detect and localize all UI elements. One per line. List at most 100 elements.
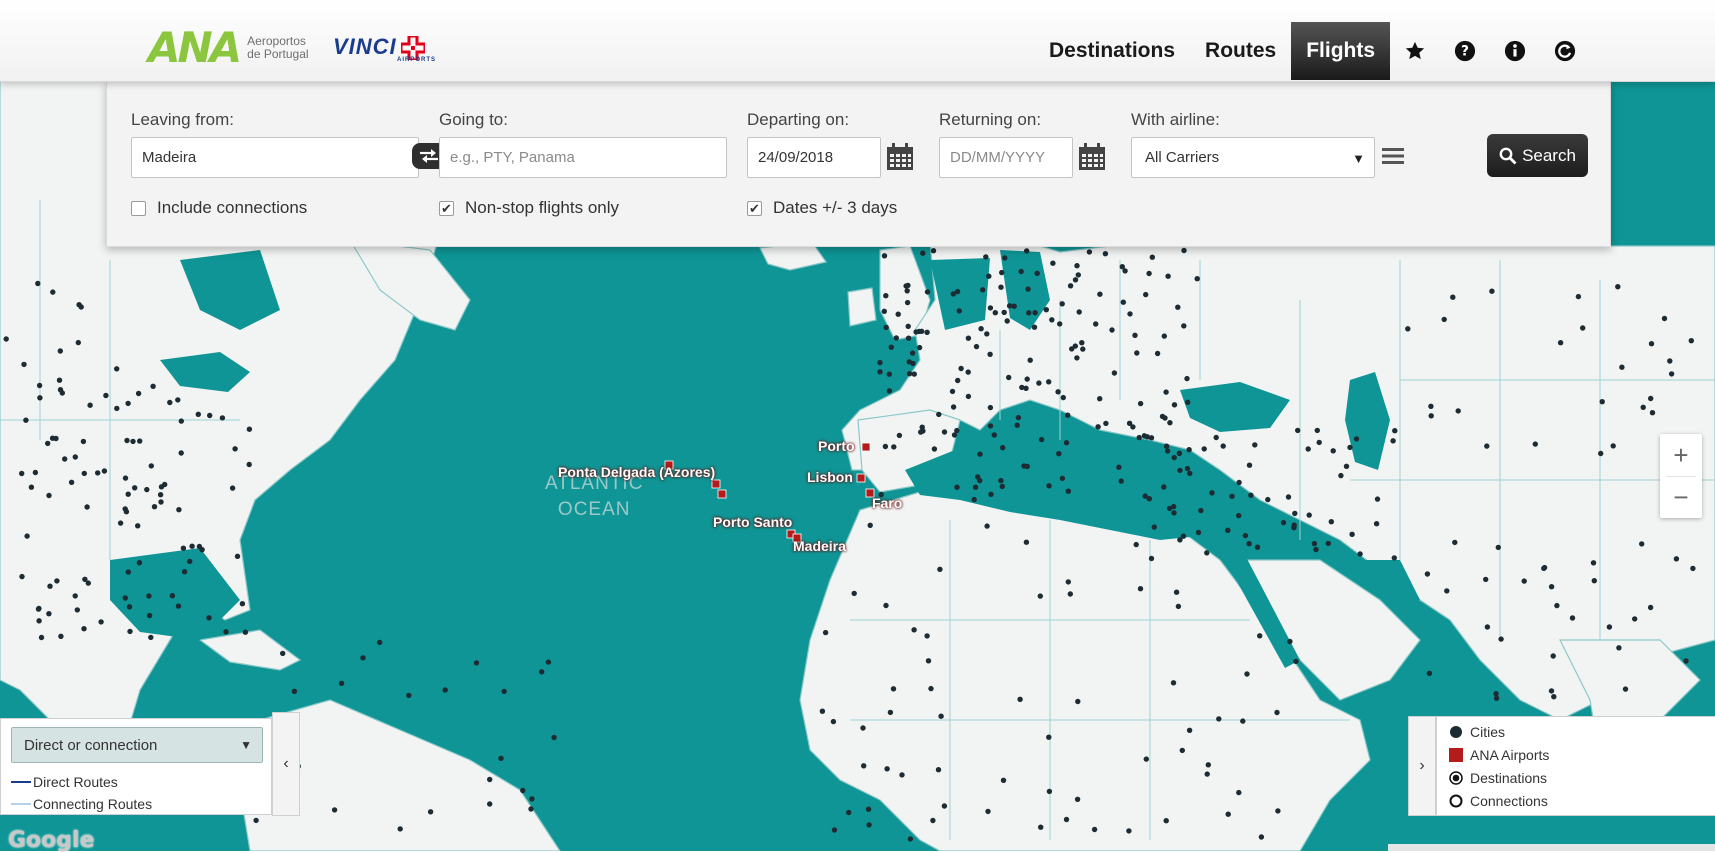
airport-label-porto-santo[interactable]: Porto Santo: [713, 514, 792, 530]
city-dot[interactable]: [130, 438, 136, 445]
city-dot[interactable]: [114, 405, 120, 412]
city-dot[interactable]: [81, 626, 87, 632]
city-dot[interactable]: [1554, 602, 1560, 609]
city-dot[interactable]: [1076, 309, 1082, 315]
city-dot[interactable]: [23, 417, 29, 423]
city-dot[interactable]: [973, 343, 980, 350]
city-dot[interactable]: [1551, 694, 1557, 700]
city-dot[interactable]: [78, 304, 84, 310]
city-dot[interactable]: [865, 806, 872, 812]
city-dot[interactable]: [1357, 551, 1363, 557]
city-dot[interactable]: [1591, 578, 1598, 584]
city-dot[interactable]: [1161, 333, 1168, 339]
city-dot[interactable]: [189, 543, 195, 549]
city-dot[interactable]: [980, 287, 986, 293]
city-dot[interactable]: [35, 280, 41, 287]
city-dot[interactable]: [239, 601, 246, 607]
city-dot[interactable]: [1037, 593, 1044, 599]
city-dot[interactable]: [1002, 255, 1008, 261]
city-dot[interactable]: [1063, 440, 1070, 446]
city-dot[interactable]: [1610, 443, 1616, 449]
city-dot[interactable]: [1688, 338, 1695, 344]
city-dot[interactable]: [1325, 540, 1332, 547]
city-dot[interactable]: [331, 807, 338, 813]
city-dot[interactable]: [1667, 358, 1673, 364]
city-dot[interactable]: [1091, 826, 1098, 833]
city-dot[interactable]: [473, 660, 480, 666]
city-dot[interactable]: [24, 533, 30, 539]
city-dot[interactable]: [930, 248, 937, 254]
city-dot[interactable]: [1580, 325, 1586, 331]
city-dot[interactable]: [930, 817, 936, 824]
returning-date-input[interactable]: DD/MM/YYYY: [939, 137, 1073, 178]
city-dot[interactable]: [87, 402, 93, 408]
city-dot[interactable]: [895, 311, 901, 317]
city-dot[interactable]: [196, 543, 203, 550]
city-dot[interactable]: [74, 607, 81, 613]
city-dot[interactable]: [950, 404, 957, 410]
city-dot[interactable]: [935, 767, 942, 773]
city-dot[interactable]: [887, 709, 894, 716]
city-dot[interactable]: [45, 440, 51, 447]
city-dot[interactable]: [56, 377, 63, 383]
city-dot[interactable]: [124, 437, 130, 444]
city-dot[interactable]: [3, 336, 9, 342]
city-dot[interactable]: [19, 470, 25, 477]
city-dot[interactable]: [1683, 658, 1689, 664]
city-dot[interactable]: [1328, 519, 1335, 525]
city-dot[interactable]: [1060, 394, 1067, 401]
city-dot[interactable]: [1493, 695, 1500, 701]
city-dot[interactable]: [1166, 505, 1173, 512]
city-dot[interactable]: [1023, 539, 1030, 545]
city-dot[interactable]: [1019, 384, 1025, 391]
city-dot[interactable]: [1065, 488, 1072, 494]
city-dot[interactable]: [136, 560, 143, 566]
city-dot[interactable]: [1619, 364, 1625, 370]
city-dot[interactable]: [1136, 434, 1142, 441]
city-dot[interactable]: [1086, 249, 1093, 255]
airport-label-porto[interactable]: Porto: [818, 438, 855, 454]
city-dot[interactable]: [1134, 350, 1140, 356]
city-dot[interactable]: [1017, 696, 1023, 702]
city-dot[interactable]: [1049, 317, 1055, 323]
city-dot[interactable]: [1186, 727, 1193, 733]
city-dot[interactable]: [1246, 541, 1252, 547]
city-dot[interactable]: [1632, 616, 1638, 622]
city-dot[interactable]: [1330, 448, 1336, 454]
city-dot[interactable]: [987, 423, 994, 429]
city-dot[interactable]: [175, 603, 182, 609]
city-dot[interactable]: [427, 809, 434, 815]
city-dot[interactable]: [1293, 658, 1299, 665]
city-dot[interactable]: [936, 411, 942, 418]
city-dot[interactable]: [178, 450, 184, 456]
city-dot[interactable]: [122, 595, 128, 601]
route-type-select[interactable]: Direct or connection ▼: [11, 727, 263, 763]
city-dot[interactable]: [158, 499, 164, 505]
dates-flex-checkbox[interactable]: ✔ Dates +/- 3 days: [747, 198, 897, 218]
city-dot[interactable]: [965, 369, 971, 375]
city-dot[interactable]: [1254, 544, 1261, 550]
city-dot[interactable]: [1489, 288, 1495, 294]
city-dot[interactable]: [867, 522, 873, 528]
city-dot[interactable]: [1252, 442, 1258, 448]
city-dot[interactable]: [1229, 493, 1235, 499]
city-dot[interactable]: [1102, 251, 1109, 257]
city-dot[interactable]: [1187, 470, 1193, 477]
city-dot[interactable]: [487, 801, 493, 807]
city-dot[interactable]: [148, 463, 154, 469]
nav-flights[interactable]: Flights: [1291, 22, 1391, 80]
city-dot[interactable]: [1046, 734, 1052, 740]
city-dot[interactable]: [1026, 310, 1032, 316]
city-dot[interactable]: [1075, 272, 1082, 278]
city-dot[interactable]: [1205, 762, 1212, 768]
city-dot[interactable]: [1236, 512, 1242, 519]
city-dot[interactable]: [1159, 413, 1166, 420]
city-dot[interactable]: [28, 484, 35, 490]
city-dot[interactable]: [146, 612, 153, 619]
city-dot[interactable]: [181, 569, 188, 575]
city-dot[interactable]: [1186, 447, 1192, 453]
airline-list-icon[interactable]: [1382, 147, 1404, 165]
city-dot[interactable]: [114, 366, 120, 372]
city-dot[interactable]: [1291, 522, 1297, 528]
city-dot[interactable]: [1374, 496, 1381, 502]
